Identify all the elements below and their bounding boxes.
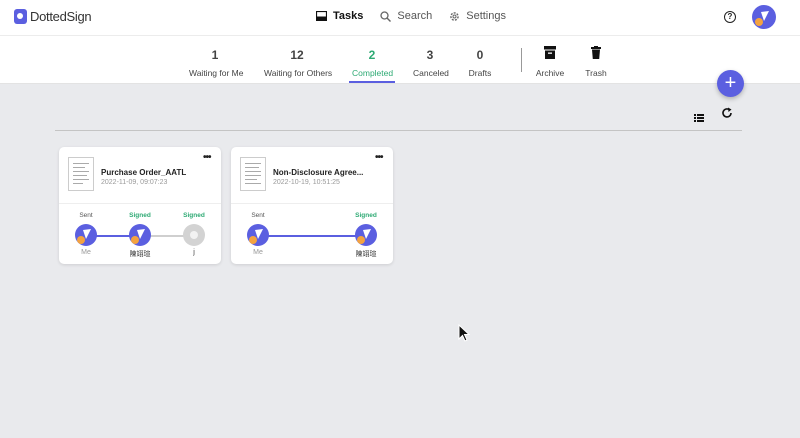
tab-completed[interactable]: 2 Completed — [349, 48, 395, 83]
app-logo[interactable]: DottedSign — [14, 9, 92, 24]
document-title: Purchase Order_AATL — [101, 168, 187, 177]
signer-avatar — [247, 224, 269, 246]
more-options-icon[interactable]: ••• — [203, 152, 211, 163]
list-view-button[interactable] — [694, 109, 704, 127]
main-nav: Tasks Search Settings — [316, 10, 523, 22]
tab-waiting-for-others[interactable]: 12 Waiting for Others — [264, 48, 333, 78]
avatar-image — [249, 229, 263, 244]
document-card[interactable]: Purchase Order_AATL 2022-11-09, 09:07:23… — [59, 147, 221, 264]
document-thumbnail — [240, 157, 266, 191]
tab-count: 1 — [211, 48, 219, 62]
inbox-icon — [316, 11, 327, 21]
tab-label: Completed — [352, 68, 394, 78]
signer-status: Sent — [79, 212, 93, 219]
signer-avatar — [355, 224, 377, 246]
gear-icon — [450, 11, 460, 21]
tab-count: 3 — [426, 48, 434, 62]
document-date: 2022-11-09, 09:07:23 — [101, 179, 168, 186]
signer-avatar — [183, 224, 205, 246]
refresh-icon — [722, 107, 732, 118]
add-task-button[interactable]: + — [717, 70, 744, 97]
document-date: 2022-10-19, 10:51:25 — [273, 179, 340, 186]
tab-count: 2 — [368, 48, 376, 62]
signer-name: 陳翊瑄 — [129, 251, 151, 258]
signer-status: Signed — [355, 212, 377, 219]
top-navigation-bar: DottedSign Tasks Search Settings ? — [0, 0, 800, 36]
tab-label: Canceled — [413, 68, 449, 78]
signer-name: 陳翊瑄 — [355, 251, 377, 258]
help-icon[interactable]: ? — [724, 11, 736, 23]
signer-name: Me — [81, 249, 91, 256]
tab-divider — [521, 48, 522, 72]
signer-avatar — [129, 224, 151, 246]
active-tab-indicator — [349, 81, 395, 83]
signer-step: Sent Me — [68, 212, 104, 256]
tab-count: 0 — [476, 48, 484, 62]
tab-label: Trash — [585, 68, 607, 78]
signer-name: j — [193, 249, 195, 256]
signer-status: Signed — [183, 212, 205, 219]
tab-label: Waiting for Others — [264, 68, 333, 78]
tab-label: Archive — [535, 68, 565, 78]
signer-avatar — [75, 224, 97, 246]
nav-settings[interactable]: Settings — [449, 10, 506, 22]
signer-step: Signed 陳翊瑄 — [122, 212, 158, 259]
signer-name: Me — [253, 249, 263, 256]
document-card[interactable]: Non-Disclosure Agree... 2022-10-19, 10:5… — [231, 147, 393, 264]
avatar-image — [131, 229, 145, 244]
signer-step: Signed j — [176, 212, 212, 256]
dottedsign-logo-icon — [14, 9, 27, 24]
tab-label: Waiting for Me — [189, 68, 244, 78]
card-divider — [59, 203, 221, 204]
refresh-button[interactable] — [721, 106, 733, 124]
avatar-image — [755, 11, 769, 26]
user-avatar[interactable] — [752, 5, 776, 29]
search-icon — [380, 10, 392, 22]
tab-count: 12 — [290, 48, 304, 62]
nav-search-label: Search — [397, 10, 433, 22]
trash-icon — [591, 46, 601, 59]
nav-tasks[interactable]: Tasks — [316, 10, 363, 22]
document-thumbnail — [68, 157, 94, 191]
card-divider — [231, 203, 393, 204]
nav-tasks-label: Tasks — [333, 10, 364, 22]
tab-drafts[interactable]: 0 Drafts — [468, 48, 492, 78]
tab-waiting-for-me[interactable]: 1 Waiting for Me — [189, 48, 244, 78]
more-options-icon[interactable]: ••• — [375, 152, 383, 163]
tab-archive[interactable]: Archive — [535, 46, 565, 78]
tab-trash[interactable]: Trash — [585, 46, 607, 78]
signer-status: Sent — [251, 212, 265, 219]
avatar-image — [357, 229, 371, 244]
tab-label: Drafts — [468, 68, 492, 78]
signer-step: Signed 陳翊瑄 — [348, 212, 384, 259]
app-logo-text: DottedSign — [30, 9, 92, 24]
nav-search[interactable]: Search — [380, 10, 432, 22]
document-title: Non-Disclosure Agree... — [273, 168, 364, 177]
list-view-icon — [694, 114, 704, 122]
content-divider — [55, 130, 742, 131]
avatar-image — [77, 229, 91, 244]
task-status-tabs: 1 Waiting for Me 12 Waiting for Others 2… — [0, 36, 800, 84]
signer-status: Signed — [129, 212, 151, 219]
mouse-cursor-icon — [458, 324, 470, 342]
tab-canceled[interactable]: 3 Canceled — [413, 48, 449, 78]
nav-settings-label: Settings — [466, 10, 506, 22]
signer-step: Sent Me — [240, 212, 276, 256]
archive-icon — [544, 46, 556, 59]
